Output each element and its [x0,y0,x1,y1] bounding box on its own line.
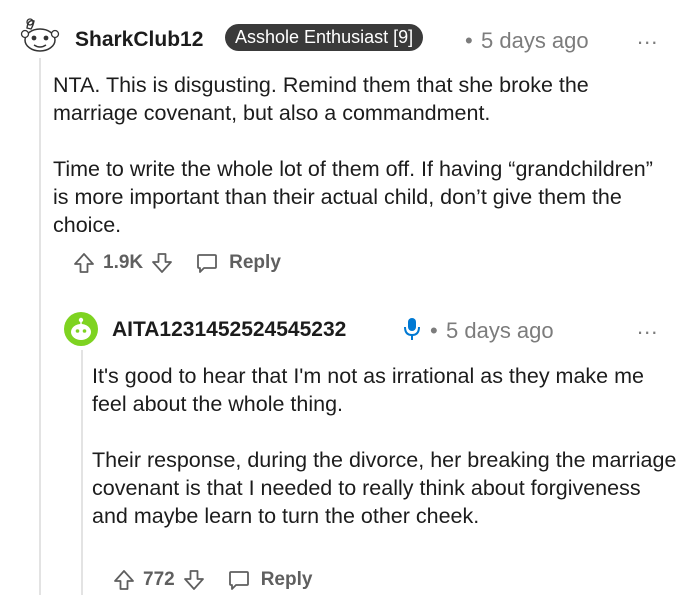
reply-body: It's good to hear that I'm not as irrati… [92,362,677,530]
comment-bubble-icon [228,571,249,590]
avatar[interactable] [64,312,98,346]
reply-label: Reply [260,569,313,590]
microphone-icon [403,316,421,347]
reply-paragraph: It's good to hear that I'm not as irrati… [92,364,644,416]
timestamp: 5 days ago [446,318,554,343]
snoo-avatar-icon [20,18,60,52]
vote-score: 772 [143,569,175,590]
more-options-button[interactable]: ... [637,316,658,338]
username[interactable]: AITA1231452524545232 [112,318,346,342]
reply-button[interactable]: Reply [195,251,281,275]
avatar[interactable] [18,14,62,58]
comment-actions: 1.9K Reply [73,250,281,276]
thread-line-reply[interactable] [81,350,83,595]
separator-dot: • [430,318,438,343]
thread-line-main[interactable] [39,58,41,595]
comment-paragraph: NTA. This is disgusting. Remind them tha… [53,73,589,125]
downvote-icon[interactable] [151,251,173,275]
upvote-icon[interactable] [73,251,95,275]
reply-paragraph: Their response, during the divorce, her … [92,448,677,528]
username[interactable]: SharkClub12 [75,28,203,52]
comment-paragraph: Time to write the whole lot of them off.… [53,157,653,237]
comment-bubble-icon [197,254,218,273]
more-options-button[interactable]: ... [637,26,658,48]
reply-button[interactable]: Reply [227,568,313,592]
timestamp: 5 days ago [481,28,589,53]
reply-label: Reply [229,252,281,273]
separator-dot: • [465,28,473,53]
comment-body: NTA. This is disgusting. Remind them tha… [53,71,673,239]
user-flair: Asshole Enthusiast [9] [225,24,424,51]
reply-actions: 772 Reply [113,567,312,593]
downvote-icon[interactable] [183,568,205,592]
vote-score: 1.9K [103,252,144,273]
snoo-avatar-icon [71,317,91,340]
upvote-icon[interactable] [113,568,135,592]
